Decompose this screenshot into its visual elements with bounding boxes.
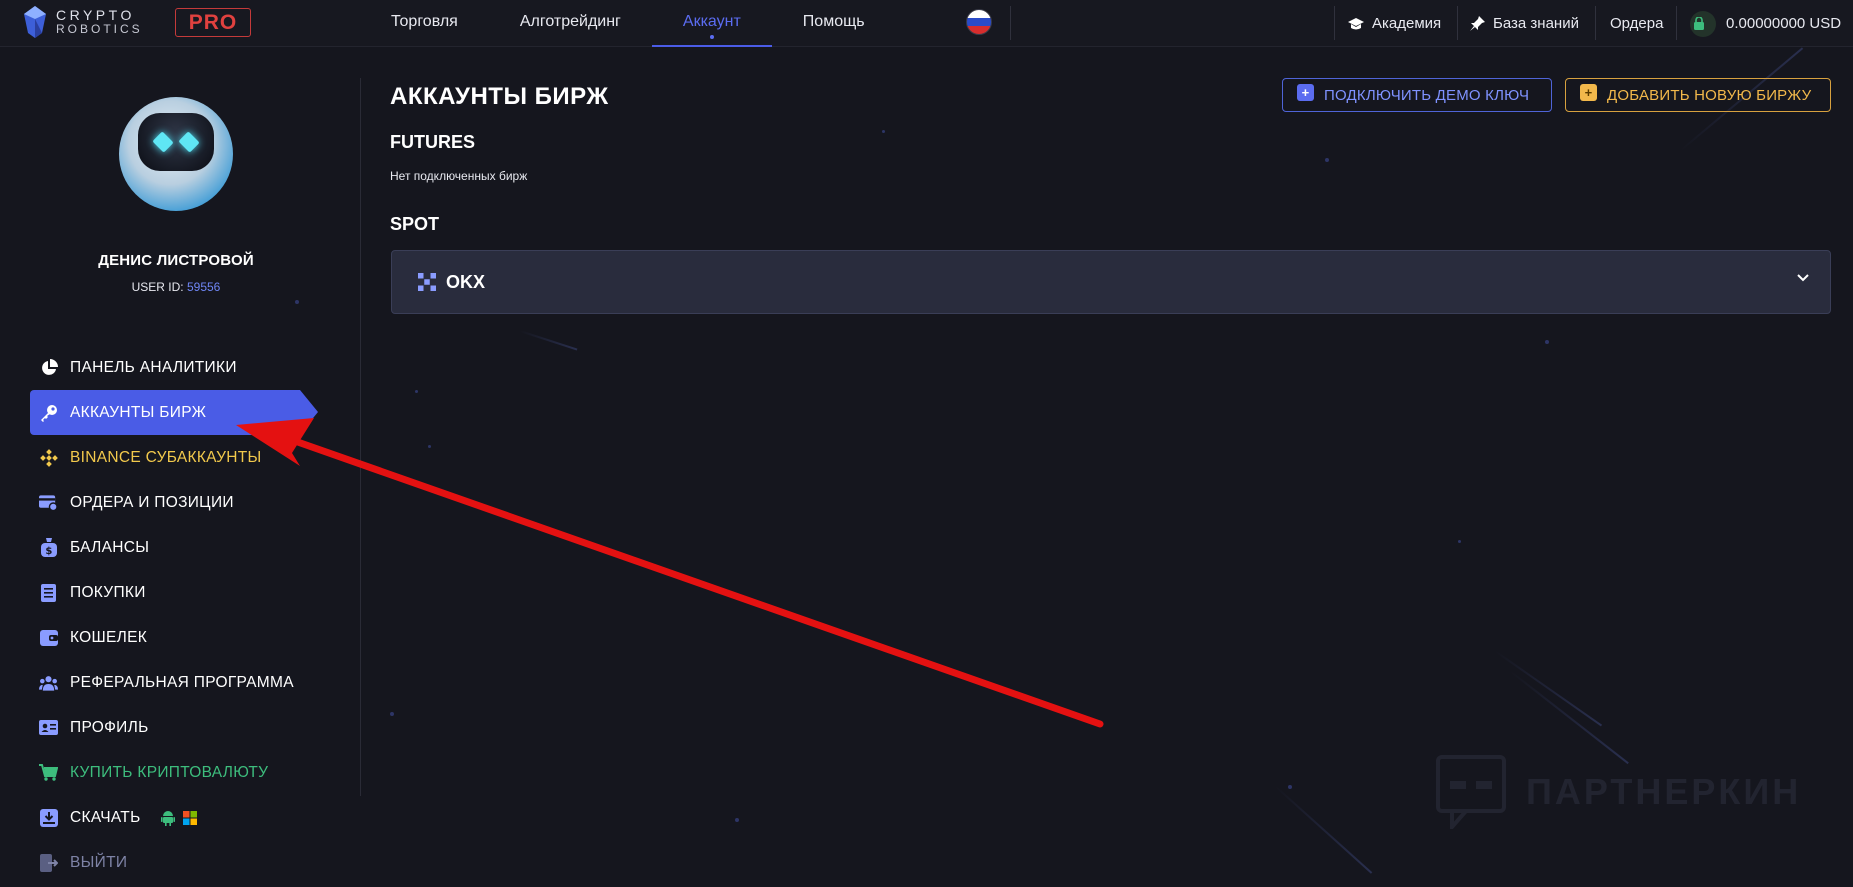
pro-badge: PRO [175,8,251,37]
sidebar-item-label: ПОКУПКИ [70,583,146,601]
divider [1676,6,1677,40]
add-exchange-label: ДОБАВИТЬ НОВУЮ БИРЖУ [1607,86,1812,104]
sidebar-menu: ПАНЕЛЬ АНАЛИТИКИ АККАУНТЫ БИРЖ BINANCE С… [30,345,330,885]
graduation-cap-icon [1348,17,1364,29]
sidebar-item-logout[interactable]: ВЫЙТИ [30,840,330,885]
watermark: ПАРТНЕРКИН [1436,755,1801,829]
watermark-logo-icon [1436,755,1506,829]
academy-link[interactable]: Академия [1348,0,1441,47]
binance-icon [39,448,58,467]
chevron-down-icon[interactable] [1796,273,1810,283]
exchange-row-okx[interactable]: OKX [391,250,1831,314]
nav-algotrading[interactable]: Алготрейдинг [489,0,652,47]
balance-value: 0.00000000 USD [1726,15,1842,32]
avatar[interactable] [119,97,233,211]
sidebar-item-balances[interactable]: $ БАЛАНСЫ [30,525,330,570]
nav-help[interactable]: Помощь [772,0,896,47]
balance-widget[interactable]: 0.00000000 USD [1690,0,1841,47]
connect-demo-key-button[interactable]: + ПОДКЛЮЧИТЬ ДЕМО КЛЮЧ [1282,78,1552,112]
crypto-robotics-logo[interactable]: CRYPTO ROBOTICS [22,5,143,39]
wallet-icon [39,628,58,647]
logo-icon [24,6,46,38]
receipt-icon [39,583,58,602]
pin-icon [1470,16,1485,31]
page-title: АККАУНТЫ БИРЖ [390,83,609,110]
robot-face [138,113,214,171]
sidebar-item-wallet[interactable]: КОШЕЛЕК [30,615,330,660]
plus-icon: + [1580,84,1597,101]
orders-link[interactable]: Ордера [1610,0,1663,47]
sidebar-item-referral[interactable]: РЕФЕРАЛЬНАЯ ПРОГРАММА [30,660,330,705]
pie-chart-icon [39,358,58,377]
okx-logo-icon [418,273,436,291]
key-icon [39,403,58,422]
watermark-text: ПАРТНЕРКИН [1526,771,1802,812]
sidebar-item-buy-crypto[interactable]: КУПИТЬ КРИПТОВАЛЮТУ [30,750,330,795]
logout-icon [39,853,58,872]
cart-icon [39,763,58,782]
user-id-value[interactable]: 59556 [187,280,220,294]
main-nav: Торговля Алготрейдинг Аккаунт Помощь [360,0,896,47]
download-icon [39,808,58,827]
sidebar-item-purchases[interactable]: ПОКУПКИ [30,570,330,615]
sidebar-item-label: BINANCE СУБАККАУНТЫ [70,448,262,466]
lock-wallet-icon [1690,10,1716,37]
sidebar: ДЕНИС ЛИСТРОВОЙ USER ID: 59556 ПАНЕЛЬ АН… [0,47,360,887]
connect-demo-key-label: ПОДКЛЮЧИТЬ ДЕМО КЛЮЧ [1324,86,1530,104]
logo-line-1: CRYPTO [56,7,135,23]
windows-icon[interactable] [182,810,197,825]
sidebar-item-binance-subaccounts[interactable]: BINANCE СУБАККАУНТЫ [30,435,330,480]
plus-icon: + [1297,84,1314,101]
sidebar-item-label: АККАУНТЫ БИРЖ [70,403,207,421]
user-id-label: USER ID: [131,280,184,294]
divider [1334,6,1335,40]
sidebar-item-download[interactable]: СКАЧАТЬ [30,795,330,840]
knowledge-base-link[interactable]: База знаний [1470,0,1579,47]
sidebar-item-label: ПАНЕЛЬ АНАЛИТИКИ [70,358,237,376]
robot-eye-left [152,131,174,153]
divider [1010,6,1011,40]
svg-text:$: $ [45,546,52,557]
id-card-icon [39,718,58,737]
ru-flag-icon[interactable] [966,9,992,35]
user-name: ДЕНИС ЛИСТРОВОЙ [98,252,254,269]
add-exchange-button[interactable]: + ДОБАВИТЬ НОВУЮ БИРЖУ [1565,78,1831,112]
sidebar-item-label: ВЫЙТИ [70,853,128,871]
top-navigation-bar: CRYPTO ROBOTICS PRO Торговля Алготрейдин… [0,0,1853,47]
logo-line-2: ROBOTICS [56,22,143,36]
futures-heading: FUTURES [390,132,475,152]
sidebar-item-exchange-accounts[interactable]: АККАУНТЫ БИРЖ [30,390,318,435]
sidebar-item-label: ОРДЕРА И ПОЗИЦИИ [70,493,234,511]
exchange-name: OKX [446,271,486,292]
sidebar-item-label: РЕФЕРАЛЬНАЯ ПРОГРАММА [70,673,294,691]
sidebar-item-label: БАЛАНСЫ [70,538,150,556]
orders-label: Ордера [1610,15,1664,32]
nav-trading[interactable]: Торговля [360,0,489,47]
nav-account[interactable]: Аккаунт [651,0,772,47]
spot-heading: SPOT [390,214,440,234]
futures-empty-note: Нет подключенных бирж [390,169,528,183]
android-icon[interactable] [160,810,175,826]
sidebar-item-orders-positions[interactable]: ОРДЕРА И ПОЗИЦИИ [30,480,330,525]
orders-icon [39,493,58,512]
sidebar-item-label: СКАЧАТЬ [70,808,141,826]
sidebar-item-label: КОШЕЛЕК [70,628,148,646]
sidebar-item-label: КУПИТЬ КРИПТОВАЛЮТУ [70,763,269,781]
sidebar-divider [360,78,361,796]
users-icon [39,673,58,692]
sidebar-item-label: ПРОФИЛЬ [70,718,149,736]
divider [1457,6,1458,40]
user-id: USER ID: 59556 [0,280,352,294]
academy-label: Академия [1372,15,1442,32]
money-bag-icon: $ [39,538,58,557]
sidebar-item-profile[interactable]: ПРОФИЛЬ [30,705,330,750]
knowledge-base-label: База знаний [1493,15,1579,32]
robot-eye-right [178,131,200,153]
divider [1595,6,1596,40]
sidebar-item-analytics[interactable]: ПАНЕЛЬ АНАЛИТИКИ [30,345,330,390]
